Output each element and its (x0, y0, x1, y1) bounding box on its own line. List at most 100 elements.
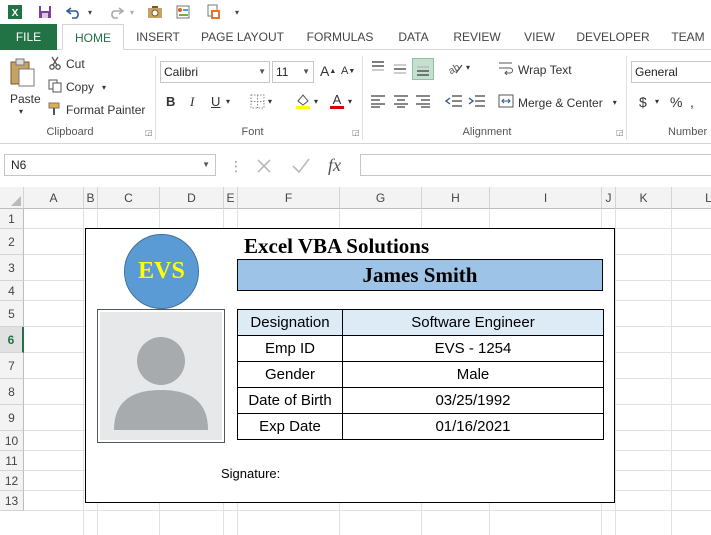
column-header[interactable]: L (672, 187, 711, 209)
decrease-font-icon[interactable]: A ▼ (341, 65, 355, 77)
undo-icon[interactable] (64, 3, 84, 21)
form-icon[interactable] (174, 3, 192, 21)
orientation-dropdown-icon[interactable]: ▾ (466, 63, 470, 72)
align-right-icon[interactable] (415, 94, 431, 108)
scissors-icon (48, 56, 62, 73)
font-name-dropdown-icon[interactable]: ▼ (258, 62, 266, 82)
column-header[interactable]: D (160, 187, 224, 209)
currency-button[interactable]: $ (639, 94, 647, 110)
underline-dropdown-icon[interactable]: ▾ (226, 97, 230, 106)
column-header[interactable]: I (490, 187, 602, 209)
customize-qat-icon[interactable]: ▾ (232, 3, 242, 21)
row-header[interactable]: 10 (0, 431, 24, 451)
confirm-entry-icon[interactable] (290, 156, 312, 176)
row-header[interactable]: 8 (0, 379, 24, 405)
column-header[interactable]: J (602, 187, 616, 209)
tab-team[interactable]: TEAM (664, 24, 711, 50)
align-center-icon[interactable] (393, 94, 409, 108)
orientation-icon[interactable]: ab (446, 60, 464, 76)
copy-button[interactable]: Copy ▾ (48, 79, 106, 95)
percent-button[interactable]: % (670, 94, 682, 110)
font-color-icon[interactable]: A (328, 92, 346, 110)
redo-icon[interactable] (106, 3, 126, 21)
font-size-dropdown-icon[interactable]: ▼ (302, 62, 310, 82)
borders-icon[interactable] (250, 94, 265, 109)
column-header[interactable]: K (616, 187, 672, 209)
column-header[interactable]: G (340, 187, 422, 209)
top-align-icon[interactable] (370, 60, 386, 76)
redo-dropdown-icon[interactable]: ▾ (128, 3, 136, 21)
row-header[interactable]: 6 (0, 327, 24, 353)
middle-align-icon[interactable] (392, 60, 408, 76)
formula-input[interactable] (360, 154, 711, 176)
wrap-text-button[interactable]: Wrap Text (498, 61, 572, 78)
borders-dropdown-icon[interactable]: ▾ (268, 97, 272, 106)
column-header[interactable]: E (224, 187, 238, 209)
tab-formulas[interactable]: FORMULAS (300, 24, 380, 50)
merge-center-dropdown-icon[interactable]: ▾ (613, 98, 617, 107)
row-header[interactable]: 4 (0, 281, 24, 301)
tab-data[interactable]: DATA (390, 24, 437, 50)
tab-home[interactable]: HOME (62, 24, 124, 50)
row-header[interactable]: 2 (0, 229, 24, 255)
paste-icon[interactable] (8, 58, 38, 88)
row-header[interactable]: 11 (0, 451, 24, 471)
row-header[interactable]: 3 (0, 255, 24, 281)
select-all-corner[interactable] (0, 187, 24, 209)
tab-developer[interactable]: DEVELOPER (572, 24, 654, 50)
row-header[interactable]: 13 (0, 491, 24, 511)
alignment-launcher-icon[interactable]: ◲ (616, 128, 624, 137)
comma-style-icon[interactable]: , (690, 94, 694, 110)
row-header[interactable]: 7 (0, 353, 24, 379)
align-left-icon[interactable] (370, 94, 386, 108)
decrease-indent-icon[interactable] (445, 94, 463, 108)
font-launcher-icon[interactable]: ◲ (352, 128, 360, 137)
fill-color-icon[interactable] (294, 92, 312, 110)
tab-file[interactable]: FILE (0, 24, 57, 50)
group-separator (155, 56, 156, 140)
insert-function-button[interactable]: fx (328, 155, 341, 176)
paste-button[interactable]: Paste (10, 92, 41, 106)
font-name-combo[interactable]: Calibri ▼ (160, 61, 270, 83)
increase-indent-icon[interactable] (468, 94, 486, 108)
cut-button[interactable]: Cut (48, 56, 85, 72)
column-header[interactable]: C (98, 187, 160, 209)
font-color-dropdown-icon[interactable]: ▾ (348, 97, 352, 106)
tab-review[interactable]: REVIEW (447, 24, 507, 50)
font-name-value: Calibri (164, 65, 199, 79)
merge-center-button[interactable]: Merge & Center ▾ (498, 94, 617, 111)
column-header[interactable]: F (238, 187, 340, 209)
name-box[interactable]: N6 ▼ (4, 154, 216, 176)
column-header[interactable]: B (84, 187, 98, 209)
column-header[interactable]: A (24, 187, 84, 209)
number-format-combo[interactable]: General (631, 61, 711, 83)
italic-button[interactable]: I (190, 94, 194, 110)
clipboard-launcher-icon[interactable]: ◲ (145, 128, 153, 137)
name-box-dropdown-icon[interactable]: ▼ (202, 155, 210, 175)
camera-icon[interactable] (146, 3, 164, 21)
table-row: Designation Software Engineer (237, 309, 604, 336)
undo-dropdown-icon[interactable]: ▾ (86, 3, 94, 21)
bold-button[interactable]: B (166, 94, 175, 109)
row-header[interactable]: 5 (0, 301, 24, 327)
field-value: 01/16/2021 (342, 413, 604, 440)
underline-button[interactable]: U (211, 94, 220, 109)
increase-font-icon[interactable]: A ▲ (320, 63, 336, 79)
row-header[interactable]: 1 (0, 209, 24, 229)
open-icon[interactable] (204, 3, 222, 21)
fill-color-dropdown-icon[interactable]: ▾ (314, 97, 318, 106)
currency-dropdown-icon[interactable]: ▾ (655, 97, 659, 106)
format-painter-button[interactable]: Format Painter (48, 102, 145, 118)
column-header[interactable]: H (422, 187, 490, 209)
tab-page-layout[interactable]: PAGE LAYOUT (195, 24, 290, 50)
paste-dropdown-icon[interactable]: ▾ (19, 107, 23, 116)
cancel-entry-icon[interactable] (254, 156, 274, 176)
tab-view[interactable]: VIEW (517, 24, 562, 50)
font-size-combo[interactable]: 11 ▼ (272, 61, 314, 83)
bottom-align-icon[interactable] (412, 58, 434, 80)
row-header[interactable]: 12 (0, 471, 24, 491)
save-icon[interactable] (36, 3, 54, 21)
tab-insert[interactable]: INSERT (129, 24, 187, 50)
row-header[interactable]: 9 (0, 405, 24, 431)
copy-dropdown-icon[interactable]: ▾ (102, 83, 106, 92)
